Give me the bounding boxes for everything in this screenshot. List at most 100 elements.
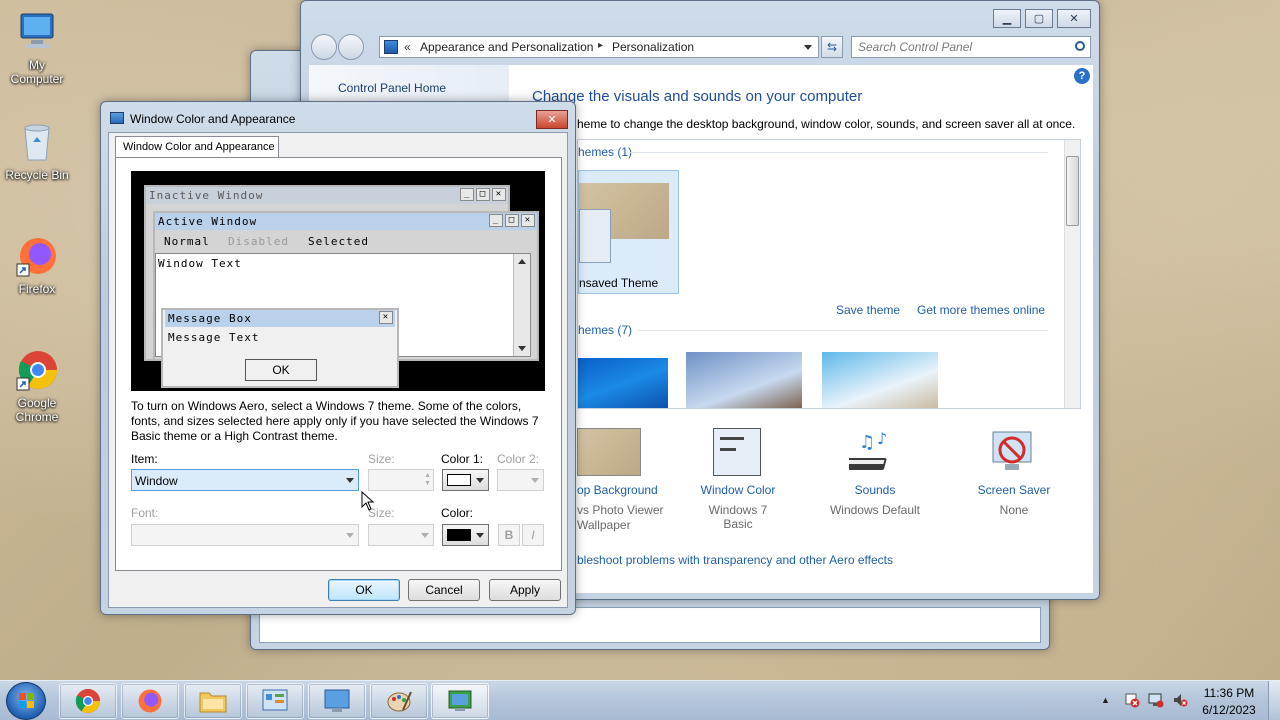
italic-toggle[interactable]: I bbox=[522, 524, 544, 546]
aero-themes-divider bbox=[638, 330, 1048, 331]
dialog-close-button[interactable]: ✕ bbox=[536, 110, 568, 129]
theme-tile-windows7[interactable] bbox=[578, 358, 668, 408]
font-size-select[interactable] bbox=[368, 524, 434, 546]
desktop-background-title[interactable]: op Background bbox=[577, 483, 658, 497]
scroll-thumb[interactable] bbox=[1066, 156, 1079, 226]
taskbar-window-color[interactable] bbox=[431, 683, 489, 719]
preview-active-minimize: _ bbox=[489, 214, 503, 227]
address-bar[interactable]: « Appearance and Personalization ▸ Perso… bbox=[379, 36, 819, 58]
screen-saver-item[interactable]: Screen Saver None bbox=[969, 428, 1059, 528]
window-color-item[interactable]: Window Color Windows 7 Basic bbox=[693, 428, 793, 531]
chevron-down-icon bbox=[531, 478, 539, 483]
forward-button[interactable] bbox=[338, 34, 364, 60]
desktop-background-item[interactable]: op Background vs Photo Viewer Wallpaper bbox=[577, 428, 673, 538]
search-icon[interactable] bbox=[1075, 41, 1085, 51]
control-panel-icon bbox=[384, 40, 398, 54]
clock-time[interactable]: 11:36 PM bbox=[1197, 686, 1261, 700]
ok-button[interactable]: OK bbox=[328, 579, 400, 601]
minimize-button[interactable]: ▁ bbox=[993, 9, 1021, 28]
theme-window-preview bbox=[579, 209, 611, 263]
desktop-icon-chrome[interactable]: Google Chrome bbox=[0, 348, 74, 424]
desktop-icon-firefox[interactable]: Firefox bbox=[0, 234, 74, 296]
preview-message-box: Message Box ✕ Message Text OK bbox=[161, 308, 399, 388]
help-icon[interactable]: ? bbox=[1074, 68, 1090, 84]
taskbar-personalization[interactable] bbox=[308, 683, 366, 719]
sounds-icon: ♫ ♪ bbox=[842, 428, 899, 478]
screen-saver-title[interactable]: Screen Saver bbox=[969, 483, 1059, 497]
back-button[interactable] bbox=[311, 34, 337, 60]
volume-muted-icon[interactable] bbox=[1172, 692, 1188, 708]
start-button[interactable] bbox=[6, 682, 46, 720]
bold-toggle[interactable]: B bbox=[498, 524, 520, 546]
sounds-value: Windows Default bbox=[829, 503, 921, 517]
theme-list[interactable]: hemes (1) nsaved Theme Save theme Get mo… bbox=[577, 139, 1081, 409]
paint-palette-icon bbox=[387, 691, 412, 712]
show-hidden-icons-button[interactable]: ▲ bbox=[1101, 695, 1111, 705]
get-more-themes-link[interactable]: Get more themes online bbox=[917, 303, 1045, 317]
theme-list-scrollbar[interactable] bbox=[1064, 140, 1080, 408]
network-icon[interactable] bbox=[1148, 692, 1164, 708]
desktop-icon-label: Recycle Bin bbox=[5, 168, 69, 182]
theme-tile-characters[interactable] bbox=[822, 352, 938, 408]
control-panel-icon bbox=[262, 689, 288, 711]
unsaved-theme-tile[interactable]: nsaved Theme bbox=[578, 170, 679, 294]
chrome-icon bbox=[75, 688, 101, 714]
refresh-button[interactable]: ⇆ bbox=[821, 36, 843, 58]
preview-inactive-maximize: □ bbox=[476, 188, 490, 201]
preview-inactive-titlebar: Inactive Window _ □ ✕ bbox=[146, 187, 508, 204]
taskbar-paint[interactable] bbox=[370, 683, 428, 719]
color1-picker[interactable] bbox=[442, 469, 489, 491]
desktop-icon-label: Chrome bbox=[15, 410, 59, 424]
item-select-value: Window bbox=[135, 474, 178, 488]
cancel-button[interactable]: Cancel bbox=[408, 579, 480, 601]
chevron-down-icon bbox=[421, 533, 429, 538]
chevron-down-icon bbox=[476, 478, 484, 483]
taskbar-firefox[interactable] bbox=[121, 683, 179, 719]
search-box[interactable]: Search Control Panel bbox=[851, 36, 1091, 58]
chevron-down-icon[interactable] bbox=[804, 45, 812, 50]
taskbar-explorer[interactable] bbox=[184, 683, 242, 719]
font-color-picker[interactable] bbox=[442, 524, 489, 546]
color1-swatch bbox=[447, 474, 471, 486]
item-label: Item: bbox=[131, 452, 158, 466]
personalization-icon bbox=[324, 689, 350, 712]
maximize-button[interactable]: ▢ bbox=[1025, 9, 1053, 28]
item-size-spinner[interactable]: ▲ ▼ bbox=[368, 469, 434, 491]
close-button[interactable]: ✕ bbox=[1057, 9, 1091, 28]
desktop-background-icon bbox=[577, 428, 641, 476]
desktop-icon-recycle-bin[interactable]: Recycle Bin bbox=[0, 120, 74, 182]
preview-inactive-close: ✕ bbox=[492, 188, 506, 201]
apply-button[interactable]: Apply bbox=[489, 579, 561, 601]
taskbar-chrome[interactable] bbox=[59, 683, 117, 719]
preview-msgbox-titlebar: Message Box ✕ bbox=[165, 310, 395, 327]
control-panel-home-link[interactable]: Control Panel Home bbox=[338, 81, 446, 95]
show-desktop-button[interactable] bbox=[1268, 681, 1280, 720]
window-color-title[interactable]: Window Color bbox=[693, 483, 783, 497]
preview-msgbox-text: Message Text bbox=[168, 331, 260, 344]
clock-date[interactable]: 6/12/2023 bbox=[1197, 703, 1261, 717]
taskbar-control-panel[interactable] bbox=[246, 683, 304, 719]
preview-active-close: ✕ bbox=[521, 214, 535, 227]
page-subtitle: heme to change the desktop background, w… bbox=[577, 117, 1076, 131]
aero-themes-header: hemes (7) bbox=[578, 323, 633, 337]
breadcrumb-personalization[interactable]: Personalization bbox=[612, 40, 694, 54]
tab-window-color[interactable]: Window Color and Appearance bbox=[115, 136, 279, 158]
breadcrumb-root[interactable]: « bbox=[404, 40, 411, 54]
screen-saver-icon bbox=[989, 428, 1035, 476]
theme-tile-architecture[interactable] bbox=[686, 352, 802, 408]
color2-picker[interactable] bbox=[497, 469, 544, 491]
action-center-icon[interactable] bbox=[1124, 692, 1140, 708]
desktop-icon-my-computer[interactable]: My Computer bbox=[0, 10, 74, 86]
folder-icon bbox=[199, 692, 227, 713]
sounds-title[interactable]: Sounds bbox=[825, 483, 925, 497]
font-select[interactable] bbox=[131, 524, 359, 546]
troubleshoot-link[interactable]: bleshoot problems with transparency and … bbox=[577, 553, 893, 567]
svg-text:♪: ♪ bbox=[877, 429, 887, 448]
item-select[interactable]: Window bbox=[131, 469, 359, 491]
breadcrumb-appearance[interactable]: Appearance and Personalization bbox=[420, 40, 593, 54]
breadcrumb-separator[interactable]: ▸ bbox=[598, 40, 603, 51]
preview-menu-disabled: Disabled bbox=[228, 235, 289, 248]
desktop-background-value-2: Wallpaper bbox=[577, 518, 631, 532]
sounds-item[interactable]: ♫ ♪ Sounds Windows Default bbox=[825, 428, 925, 528]
save-theme-link[interactable]: Save theme bbox=[836, 303, 900, 317]
